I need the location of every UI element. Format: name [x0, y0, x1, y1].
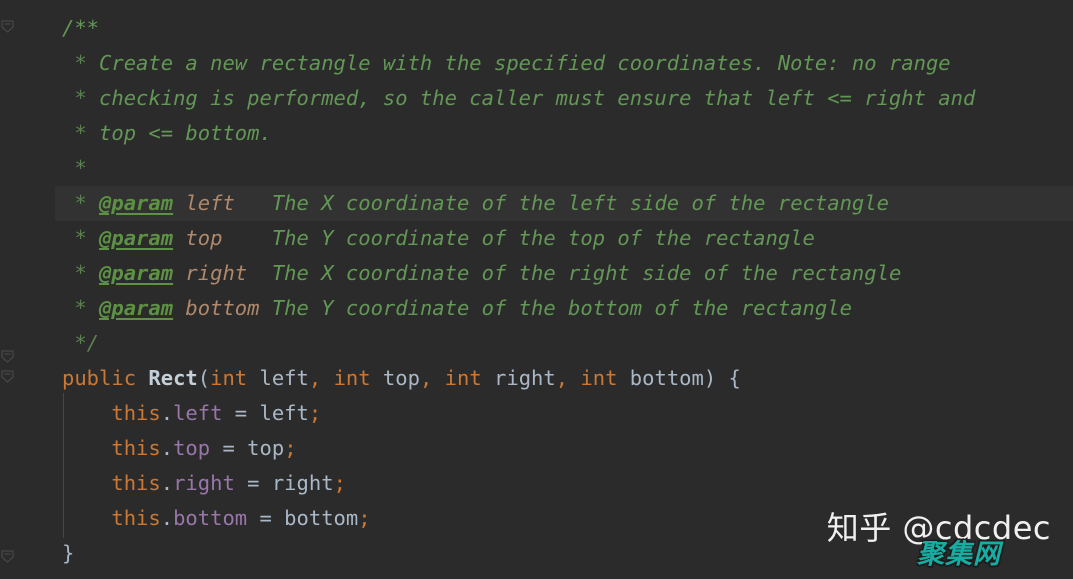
code-token: int [444, 366, 482, 390]
code-token: , [555, 366, 569, 390]
code-token: * [62, 121, 100, 145]
code-token: = right [234, 471, 334, 495]
code-line[interactable]: public Rect(int left, int top, int right… [0, 361, 741, 396]
code-token: = bottom [247, 506, 359, 530]
code-token: right [481, 366, 556, 390]
code-line[interactable]: * Create a new rectangle with the specif… [0, 46, 951, 81]
code-token: * [62, 296, 100, 320]
code-token: * [62, 86, 100, 110]
code-token: * [62, 51, 100, 75]
code-token: Create a new rectangle with the specifie… [99, 51, 951, 75]
code-token: top [370, 366, 420, 390]
code-line[interactable]: * @param right The X coordinate of the r… [0, 256, 901, 291]
code-token: . [160, 506, 174, 530]
code-token: this [111, 471, 161, 495]
code-token: this [111, 401, 161, 425]
code-token: * [62, 191, 100, 215]
code-token: int [580, 366, 618, 390]
code-token: . [160, 401, 174, 425]
code-token: , [419, 366, 433, 390]
code-line[interactable]: * @param bottom The Y coordinate of the … [0, 291, 852, 326]
code-token: ( [197, 366, 211, 390]
fold-marker-method-start[interactable] [0, 348, 16, 364]
code-token: Rect [148, 366, 198, 390]
code-token: top <= bottom. [99, 121, 272, 145]
code-token: left [247, 366, 309, 390]
code-token: right [173, 471, 235, 495]
code-token: int [210, 366, 248, 390]
code-token: checking is performed, so the caller mus… [99, 86, 976, 110]
code-token: /** [62, 16, 100, 40]
code-line[interactable]: * checking is performed, so the caller m… [0, 81, 975, 116]
code-token: */ [62, 331, 100, 355]
code-token: left [173, 401, 223, 425]
code-token: ; [358, 506, 371, 530]
code-token: left [173, 191, 272, 215]
code-token: this [111, 506, 161, 530]
code-token: The X coordinate of the left side of the… [271, 191, 889, 215]
fold-marker-method-end[interactable] [0, 548, 16, 564]
code-token: } [62, 541, 75, 565]
code-token: . [160, 471, 174, 495]
code-token: The Y coordinate of the top of the recta… [271, 226, 815, 250]
code-token: The Y coordinate of the bottom of the re… [271, 296, 852, 320]
code-line[interactable]: this.bottom = bottom; [0, 501, 371, 536]
code-token: @param [99, 296, 174, 320]
fold-marker-javadoc-start[interactable] [0, 18, 16, 34]
code-token: * [62, 156, 87, 180]
code-token: top [173, 436, 211, 460]
code-token: bottom [173, 506, 248, 530]
fold-marker-method-body[interactable] [0, 368, 16, 384]
code-line[interactable]: * @param top The Y coordinate of the top… [0, 221, 815, 256]
code-token: ; [284, 436, 297, 460]
code-token: = top [210, 436, 285, 460]
code-text-area[interactable]: /** * Create a new rectangle with the sp… [0, 0, 1073, 579]
code-token: ; [308, 401, 322, 425]
code-token: * [62, 226, 100, 250]
code-token: public [62, 366, 137, 390]
code-token: top [173, 226, 272, 250]
code-token: @param [99, 261, 174, 285]
code-token: @param [99, 226, 174, 250]
code-token: The X coordinate of the right side of th… [271, 261, 902, 285]
editor-gutter[interactable] [0, 0, 55, 579]
code-token: right [173, 261, 272, 285]
code-token: bottom) { [617, 366, 741, 390]
code-token: . [160, 436, 174, 460]
code-token: , [308, 366, 322, 390]
code-editor-window: /** * Create a new rectangle with the sp… [0, 0, 1073, 579]
code-token: bottom [173, 296, 272, 320]
code-token: @param [99, 191, 174, 215]
code-token: this [111, 436, 161, 460]
code-token: ; [333, 471, 346, 495]
code-token: = left [222, 401, 309, 425]
code-token: * [62, 261, 100, 285]
code-token: int [333, 366, 371, 390]
code-line[interactable]: * @param left The X coordinate of the le… [0, 186, 889, 221]
